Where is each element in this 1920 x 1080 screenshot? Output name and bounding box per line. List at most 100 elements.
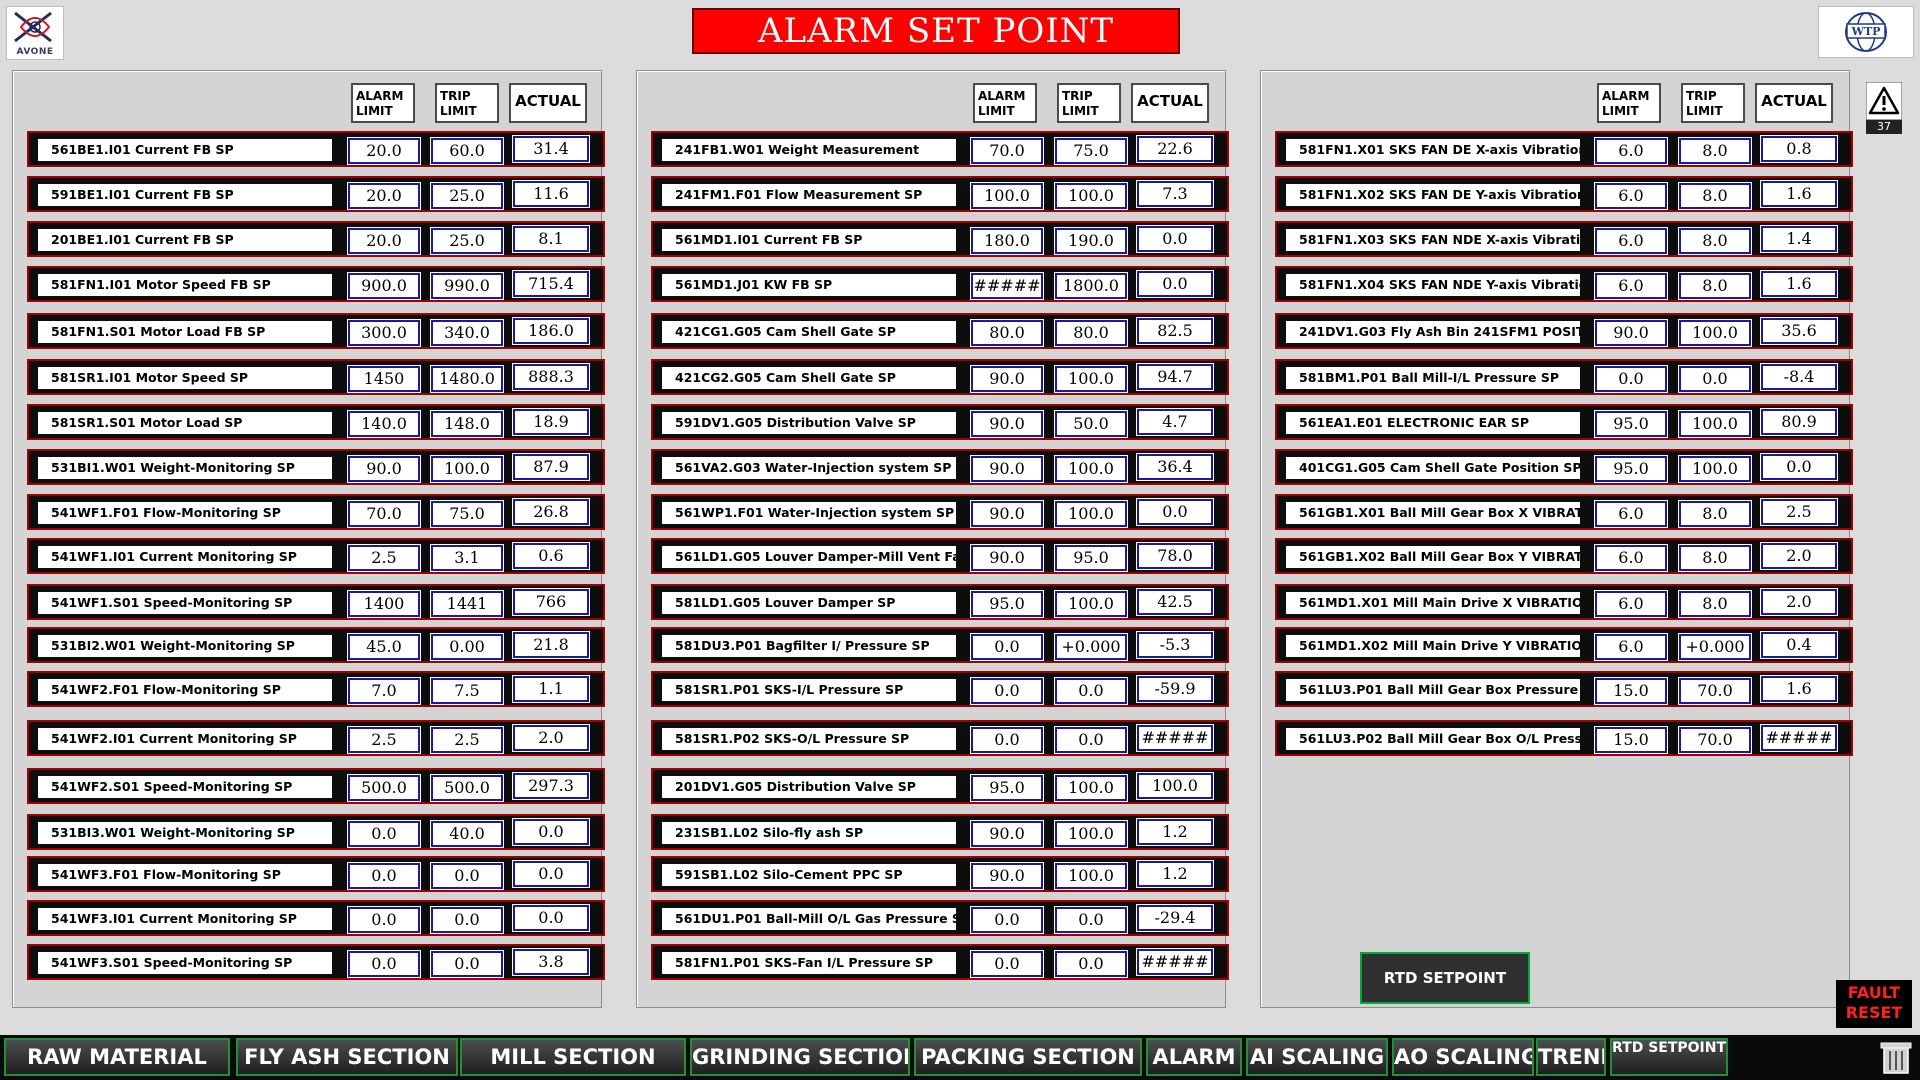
trip-limit-input[interactable]: 0.0 xyxy=(1055,727,1127,753)
trip-limit-input[interactable]: 8.0 xyxy=(1679,228,1751,254)
alarm-limit-input[interactable]: 100.0 xyxy=(971,183,1043,209)
trip-limit-input[interactable]: 100.0 xyxy=(1679,320,1751,346)
alarm-limit-input[interactable]: 1400 xyxy=(348,591,420,617)
nav-packing-section[interactable]: PACKING SECTION xyxy=(914,1038,1142,1076)
alarm-limit-input[interactable]: 6.0 xyxy=(1595,228,1667,254)
alarm-limit-input[interactable]: 15.0 xyxy=(1595,678,1667,704)
alarm-limit-input[interactable]: 300.0 xyxy=(348,320,420,346)
trip-limit-input[interactable]: 8.0 xyxy=(1679,273,1751,299)
trip-limit-input[interactable]: 340.0 xyxy=(431,320,503,346)
alarm-limit-input[interactable]: 500.0 xyxy=(348,775,420,801)
trip-limit-input[interactable]: 100.0 xyxy=(1679,411,1751,437)
alarm-limit-input[interactable]: 95.0 xyxy=(971,775,1043,801)
alarm-limit-input[interactable]: 1450 xyxy=(348,366,420,392)
alarm-limit-input[interactable]: 90.0 xyxy=(971,821,1043,847)
trip-limit-input[interactable]: 100.0 xyxy=(1055,863,1127,889)
alarm-limit-input[interactable]: 6.0 xyxy=(1595,591,1667,617)
alarm-limit-input[interactable]: 20.0 xyxy=(348,228,420,254)
trip-limit-input[interactable]: +0.000 xyxy=(1679,634,1751,660)
trip-limit-input[interactable]: 0.00 xyxy=(431,634,503,660)
alarm-limit-input[interactable]: ##### xyxy=(971,273,1043,299)
trip-limit-input[interactable]: 75.0 xyxy=(431,501,503,527)
nav-trend[interactable]: TREND xyxy=(1536,1038,1606,1076)
fault-reset-button[interactable]: FAULT RESET xyxy=(1836,980,1912,1028)
trip-limit-input[interactable]: 100.0 xyxy=(1055,501,1127,527)
alarm-limit-input[interactable]: 95.0 xyxy=(1595,411,1667,437)
alarm-limit-input[interactable]: 0.0 xyxy=(971,634,1043,660)
trip-limit-input[interactable]: 50.0 xyxy=(1055,411,1127,437)
trip-limit-input[interactable]: 75.0 xyxy=(1055,138,1127,164)
nav-grinding-section[interactable]: GRINDING SECTION xyxy=(690,1038,910,1076)
trip-limit-input[interactable]: 0.0 xyxy=(1055,951,1127,977)
trash-bin-icon[interactable] xyxy=(1878,1041,1914,1075)
alarm-limit-input[interactable]: 6.0 xyxy=(1595,501,1667,527)
alarm-limit-input[interactable]: 2.5 xyxy=(348,727,420,753)
trip-limit-input[interactable]: 0.0 xyxy=(431,863,503,889)
alarm-limit-input[interactable]: 0.0 xyxy=(348,907,420,933)
trip-limit-input[interactable]: 100.0 xyxy=(1055,775,1127,801)
trip-limit-input[interactable]: 8.0 xyxy=(1679,501,1751,527)
alarm-limit-input[interactable]: 6.0 xyxy=(1595,634,1667,660)
alarm-limit-input[interactable]: 2.5 xyxy=(348,545,420,571)
trip-limit-input[interactable]: 8.0 xyxy=(1679,138,1751,164)
trip-limit-input[interactable]: 40.0 xyxy=(431,821,503,847)
alarm-limit-input[interactable]: 95.0 xyxy=(971,591,1043,617)
trip-limit-input[interactable]: 1480.0 xyxy=(431,366,503,392)
alarm-limit-input[interactable]: 180.0 xyxy=(971,228,1043,254)
alarm-limit-input[interactable]: 90.0 xyxy=(971,411,1043,437)
alarm-limit-input[interactable]: 20.0 xyxy=(348,183,420,209)
alarm-limit-input[interactable]: 80.0 xyxy=(971,320,1043,346)
trip-limit-input[interactable]: 990.0 xyxy=(431,273,503,299)
trip-limit-input[interactable]: 100.0 xyxy=(1679,456,1751,482)
trip-limit-input[interactable]: 100.0 xyxy=(1055,591,1127,617)
alarm-limit-input[interactable]: 6.0 xyxy=(1595,138,1667,164)
trip-limit-input[interactable]: 100.0 xyxy=(1055,821,1127,847)
alarm-limit-input[interactable]: 90.0 xyxy=(971,501,1043,527)
nav-rtd-setpoint[interactable]: RTD SETPOINT xyxy=(1610,1038,1728,1076)
trip-limit-input[interactable]: 100.0 xyxy=(431,456,503,482)
nav-alarm[interactable]: ALARM xyxy=(1146,1038,1242,1076)
trip-limit-input[interactable]: 0.0 xyxy=(431,951,503,977)
trip-limit-input[interactable]: 25.0 xyxy=(431,228,503,254)
alarm-limit-input[interactable]: 90.0 xyxy=(971,863,1043,889)
alarm-limit-input[interactable]: 90.0 xyxy=(348,456,420,482)
trip-limit-input[interactable]: 80.0 xyxy=(1055,320,1127,346)
nav-ao-scaling[interactable]: AO SCALING xyxy=(1392,1038,1534,1076)
trip-limit-input[interactable]: 8.0 xyxy=(1679,591,1751,617)
alarm-indicator[interactable]: 37 xyxy=(1865,81,1903,134)
trip-limit-input[interactable]: 7.5 xyxy=(431,678,503,704)
alarm-limit-input[interactable]: 20.0 xyxy=(348,138,420,164)
trip-limit-input[interactable]: 95.0 xyxy=(1055,545,1127,571)
alarm-limit-input[interactable]: 140.0 xyxy=(348,411,420,437)
trip-limit-input[interactable]: 100.0 xyxy=(1055,456,1127,482)
alarm-limit-input[interactable]: 900.0 xyxy=(348,273,420,299)
trip-limit-input[interactable]: 500.0 xyxy=(431,775,503,801)
trip-limit-input[interactable]: 3.1 xyxy=(431,545,503,571)
trip-limit-input[interactable]: 60.0 xyxy=(431,138,503,164)
trip-limit-input[interactable]: 100.0 xyxy=(1055,366,1127,392)
alarm-limit-input[interactable]: 70.0 xyxy=(971,138,1043,164)
nav-raw-material[interactable]: RAW MATERIAL xyxy=(4,1038,230,1076)
alarm-limit-input[interactable]: 0.0 xyxy=(348,951,420,977)
rtd-setpoint-button[interactable]: RTD SETPOINT xyxy=(1360,952,1530,1004)
trip-limit-input[interactable]: 190.0 xyxy=(1055,228,1127,254)
nav-mill-section[interactable]: MILL SECTION xyxy=(460,1038,686,1076)
alarm-limit-input[interactable]: 0.0 xyxy=(971,678,1043,704)
alarm-limit-input[interactable]: 15.0 xyxy=(1595,727,1667,753)
trip-limit-input[interactable]: 148.0 xyxy=(431,411,503,437)
trip-limit-input[interactable]: 2.5 xyxy=(431,727,503,753)
alarm-limit-input[interactable]: 6.0 xyxy=(1595,183,1667,209)
trip-limit-input[interactable]: 0.0 xyxy=(1055,678,1127,704)
trip-limit-input[interactable]: 8.0 xyxy=(1679,183,1751,209)
nav-ai-scaling[interactable]: AI SCALING xyxy=(1246,1038,1388,1076)
trip-limit-input[interactable]: 25.0 xyxy=(431,183,503,209)
alarm-limit-input[interactable]: 90.0 xyxy=(971,456,1043,482)
alarm-limit-input[interactable]: 0.0 xyxy=(348,821,420,847)
alarm-limit-input[interactable]: 90.0 xyxy=(971,545,1043,571)
trip-limit-input[interactable]: 70.0 xyxy=(1679,727,1751,753)
alarm-limit-input[interactable]: 90.0 xyxy=(971,366,1043,392)
alarm-limit-input[interactable]: 0.0 xyxy=(971,907,1043,933)
alarm-limit-input[interactable]: 7.0 xyxy=(348,678,420,704)
alarm-limit-input[interactable]: 0.0 xyxy=(1595,366,1667,392)
nav-fly-ash-section[interactable]: FLY ASH SECTION xyxy=(236,1038,458,1076)
